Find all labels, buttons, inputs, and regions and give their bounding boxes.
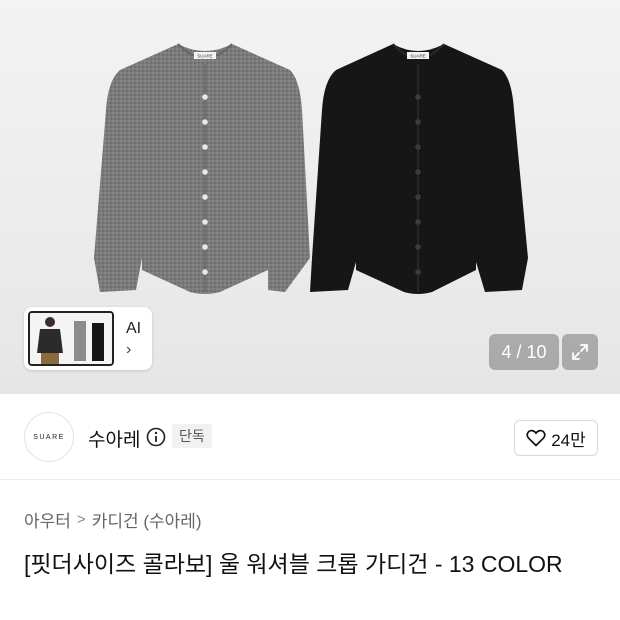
like-button[interactable]: 24만	[514, 420, 598, 456]
breadcrumb-item[interactable]: 아우터	[24, 507, 71, 532]
garment-label: SUARE	[197, 54, 213, 59]
expand-button[interactable]	[562, 334, 598, 370]
black-cardigan: SUARE	[310, 43, 528, 294]
grey-cardigan: SUARE	[94, 43, 310, 294]
model-photo	[30, 313, 112, 364]
related-thumbnail	[28, 311, 114, 366]
expand-icon	[572, 344, 588, 360]
info-icon[interactable]	[146, 427, 166, 452]
exclusive-badge: 단독	[172, 424, 212, 448]
garment-label: SUARE	[410, 54, 426, 59]
brand-row: SUARE 수아레 단독 24만	[0, 394, 620, 480]
ai-label: AI	[126, 319, 142, 337]
heart-icon	[526, 429, 546, 447]
brand-name[interactable]: 수아레	[88, 425, 140, 452]
image-page-counter: 4 / 10	[489, 334, 559, 370]
product-image-gallery[interactable]: SUARE SUARE AI › 4 / 10	[0, 0, 620, 394]
breadcrumb-separator: >	[76, 511, 86, 528]
breadcrumb-item[interactable]: 카디건 (수아레)	[92, 507, 202, 532]
product-title: [핏더사이즈 콜라보] 울 워셔블 크롭 가디건 - 13 COLOR	[24, 551, 563, 577]
breadcrumb: 아우터 > 카디건 (수아레)	[24, 507, 202, 532]
brand-logo[interactable]: SUARE	[24, 412, 74, 462]
like-count: 24만	[551, 430, 586, 450]
related-styles-card[interactable]: AI ›	[24, 307, 152, 370]
chevron-right-icon: ›	[126, 340, 132, 358]
